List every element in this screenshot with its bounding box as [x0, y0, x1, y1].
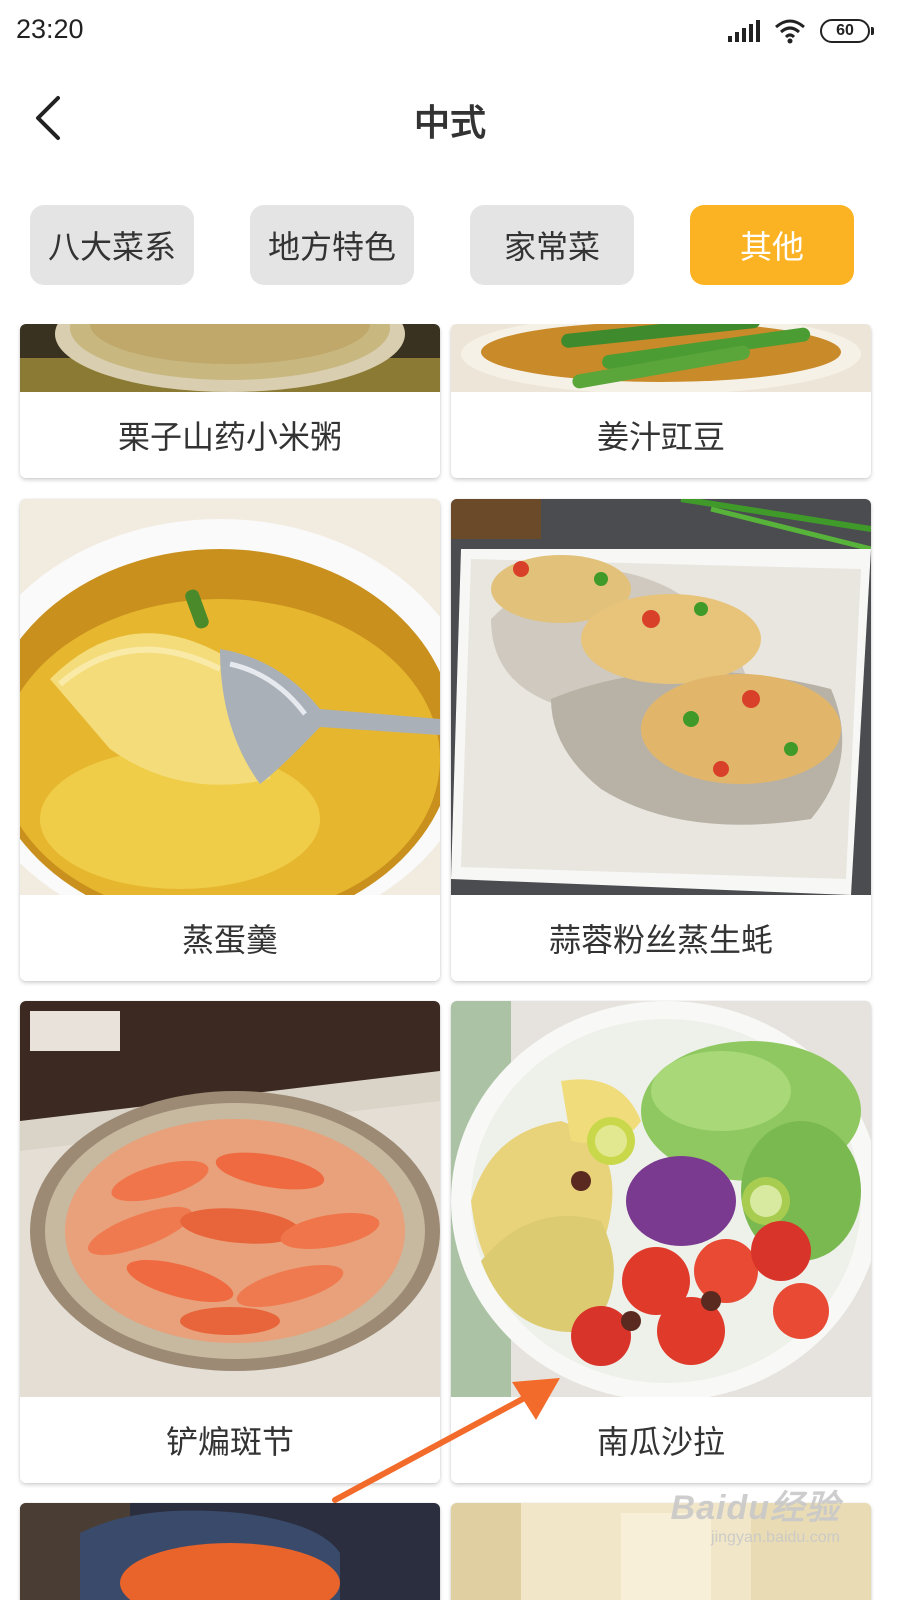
recipe-image	[451, 1001, 871, 1397]
battery-level: 60	[836, 22, 854, 39]
page-title: 中式	[413, 103, 486, 144]
status-bar: 23:20 60	[0, 0, 900, 64]
recipe-card[interactable]: 蒜蓉粉丝蒸生蚝	[451, 499, 871, 981]
header: 中式	[0, 64, 900, 174]
recipe-card[interactable]: 栗子山药小米粥	[20, 324, 440, 478]
recipe-name: 铲煸斑节	[20, 1397, 440, 1483]
recipe-card[interactable]: 蒸蛋羹	[20, 499, 440, 981]
recipe-name: 蒜蓉粉丝蒸生蚝	[451, 895, 871, 981]
recipe-image	[451, 499, 871, 895]
tab-label: 地方特色	[267, 228, 396, 266]
tab-label: 家常菜	[503, 228, 600, 266]
recipe-image	[451, 324, 871, 392]
tab-eight-cuisines[interactable]: 八大菜系	[30, 205, 194, 285]
status-time: 23:20	[16, 14, 84, 44]
status-icons: 60	[728, 16, 874, 46]
recipe-card[interactable]: 姜汁豇豆	[451, 324, 871, 478]
tab-label: 其他	[739, 228, 804, 266]
recipe-name: 栗子山药小米粥	[20, 392, 440, 478]
tab-other[interactable]: 其他	[690, 205, 854, 285]
recipe-image	[20, 1001, 440, 1397]
recipe-name: 姜汁豇豆	[451, 392, 871, 478]
tab-label: 八大菜系	[47, 228, 176, 266]
recipe-image	[20, 324, 440, 392]
battery-icon: 60	[820, 19, 874, 43]
signal-icon	[728, 20, 760, 42]
recipe-card[interactable]: 南瓜沙拉	[451, 1001, 871, 1483]
watermark-logo: Baidu经验	[670, 1489, 840, 1527]
wifi-icon	[775, 19, 805, 44]
recipe-card[interactable]	[20, 1503, 440, 1600]
recipe-image	[20, 499, 440, 895]
recipe-grid: 栗子山药小米粥 姜汁豇豆 蒸蛋羹 蒜蓉粉丝蒸生蚝 铲煸斑节 南瓜沙拉	[0, 324, 900, 1600]
tab-local-specialties[interactable]: 地方特色	[250, 205, 414, 285]
recipe-card[interactable]: 铲煸斑节	[20, 1001, 440, 1483]
category-tabs: 八大菜系 地方特色 家常菜 其他	[0, 205, 900, 287]
recipe-image	[20, 1503, 440, 1600]
recipe-name: 蒸蛋羹	[20, 895, 440, 981]
tab-home-cooking[interactable]: 家常菜	[470, 205, 634, 285]
recipe-name: 南瓜沙拉	[451, 1397, 871, 1483]
watermark: Baidu经验 jingyan.baidu.com	[671, 1480, 840, 1547]
watermark-url: jingyan.baidu.com	[711, 1529, 840, 1546]
